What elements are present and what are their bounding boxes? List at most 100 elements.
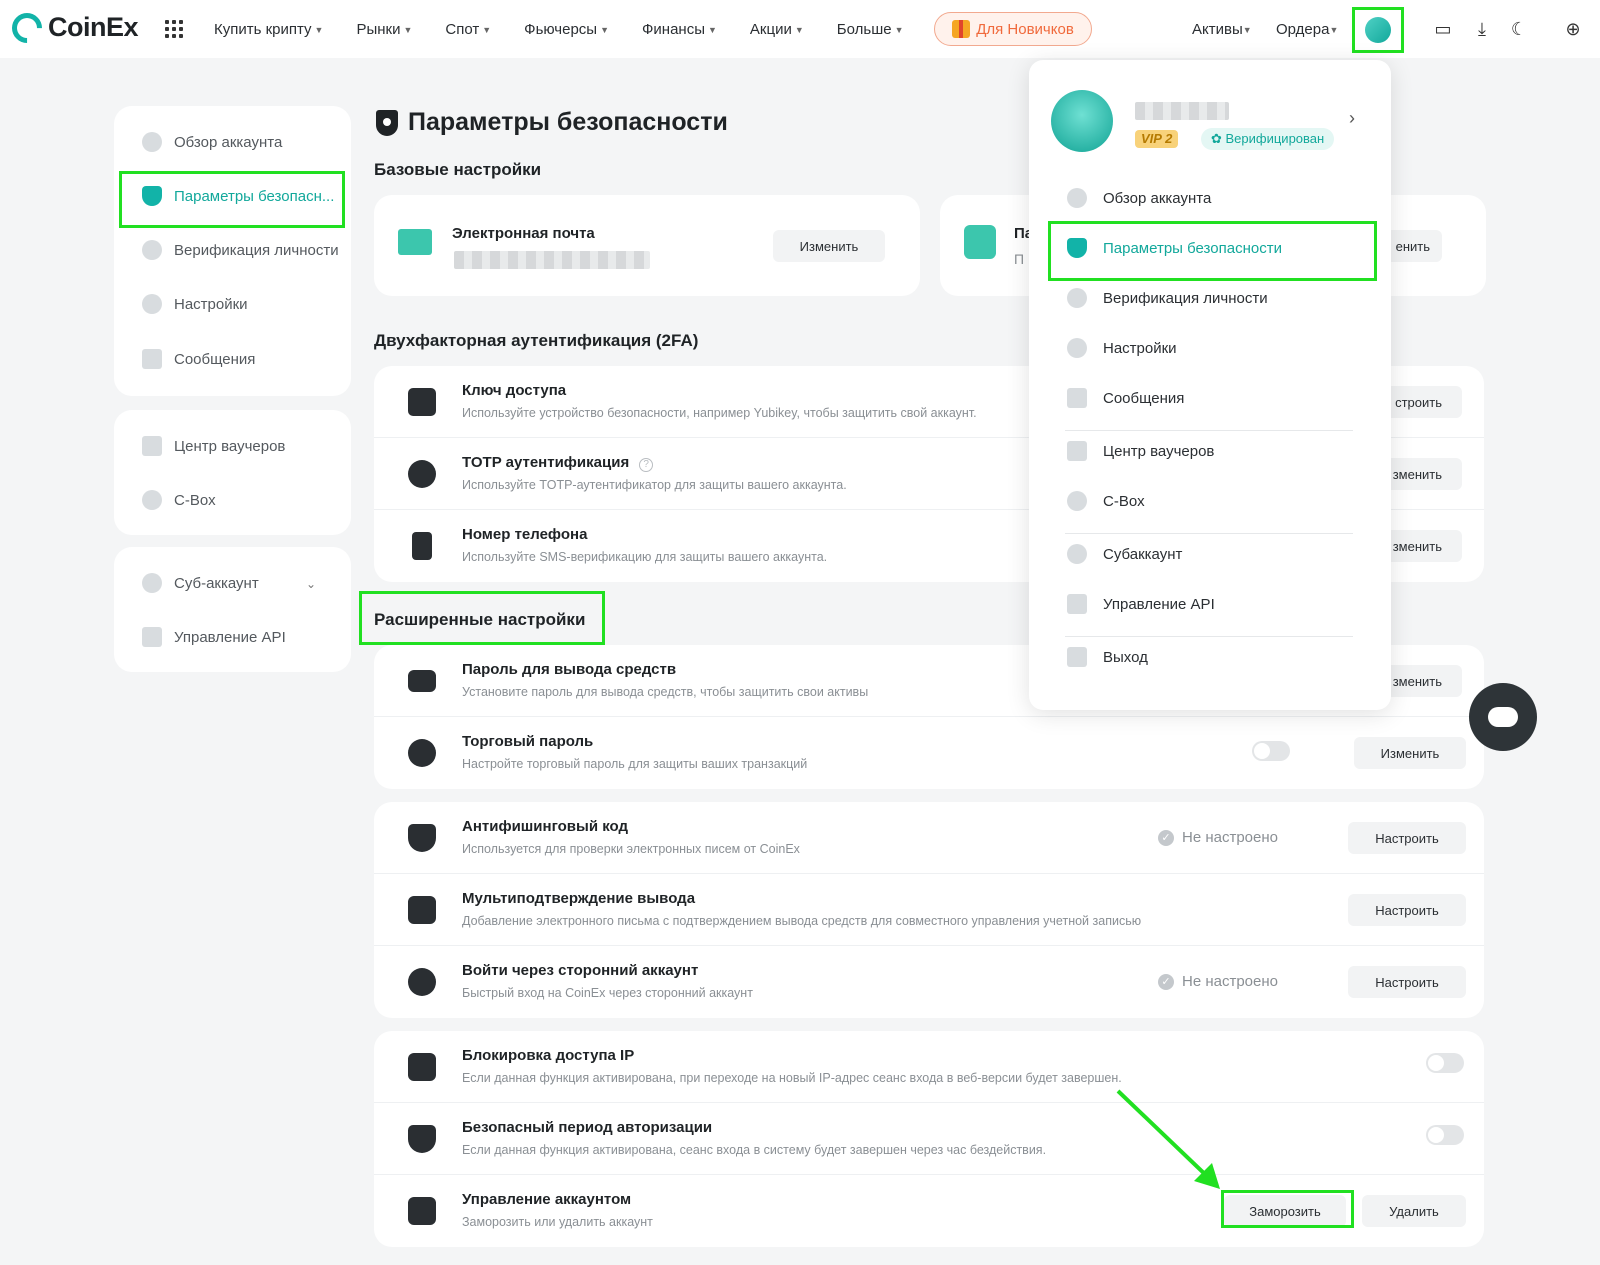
dropdown-item-settings[interactable]: Настройки	[1067, 338, 1177, 358]
coinex-logo[interactable]: CoinEx	[5, 6, 139, 49]
verified-check-icon: ✿	[1211, 131, 1226, 146]
dropdown-item-messages[interactable]: Сообщения	[1067, 388, 1184, 408]
dropdown-item-cbox[interactable]: C-Box	[1067, 491, 1145, 511]
support-chat-button[interactable]	[1469, 683, 1537, 751]
divider	[1065, 636, 1353, 637]
settings-icon	[1067, 338, 1087, 358]
check-icon: ✓	[1158, 973, 1174, 990]
id-icon	[142, 240, 162, 260]
sidebar-item-settings[interactable]: Настройки	[142, 294, 248, 314]
row-desc: Используется для проверки электронных пи…	[462, 842, 800, 856]
dropdown-item-vouchers[interactable]: Центр ваучеров	[1067, 441, 1214, 461]
box-icon	[1067, 491, 1087, 511]
top-nav: CoinEx Купить крипту ▼ Рынки ▼ Спот ▼ Фьюче…	[0, 0, 1600, 58]
ip-lock-toggle[interactable]	[1426, 1053, 1464, 1073]
antiphishing-row: Антифишинговый код Используется для пров…	[374, 802, 1484, 874]
sidebar-item-overview[interactable]: Обзор аккаунта	[142, 132, 282, 152]
chevron-down-icon[interactable]: ⌄	[306, 577, 316, 591]
divider	[1065, 430, 1353, 431]
sidebar-item-cbox[interactable]: C-Box	[142, 490, 216, 510]
row-title: Торговый пароль	[462, 733, 594, 750]
sidebar-item-messages[interactable]: Сообщения	[142, 349, 255, 369]
pie-icon	[142, 132, 162, 152]
dropdown-item-api[interactable]: Управление API	[1067, 594, 1215, 614]
page-title: Параметры безопасности	[376, 108, 728, 137]
divider	[1065, 533, 1353, 534]
email-card: Электронная почта Изменить	[374, 195, 920, 296]
highlight-box-dropdown-security	[1048, 221, 1377, 281]
ip-lock-row: Блокировка доступа IP Если данная функци…	[374, 1031, 1484, 1103]
menu-markets[interactable]: Рынки ▼	[356, 21, 412, 38]
dark-mode-icon[interactable]: ☾	[1509, 19, 1529, 39]
dropdown-item-subaccount[interactable]: Субаккаунт	[1067, 544, 1182, 564]
row-title: Войти через сторонний аккаунт	[462, 962, 699, 979]
coinex-logo-icon	[5, 6, 49, 49]
download-icon[interactable]: ⤓	[1472, 19, 1492, 39]
annotation-arrow	[1116, 1089, 1220, 1189]
antiphishing-shield-icon	[408, 824, 436, 852]
sidebar-item-verification[interactable]: Верификация личности	[142, 240, 339, 260]
chat-icon[interactable]: ▭	[1433, 19, 1453, 39]
totp-lock-icon	[408, 460, 436, 488]
vip-badge: VIP 2	[1135, 130, 1179, 148]
row-desc: Используйте SMS-верификацию для защиты в…	[462, 550, 828, 564]
row-desc: Добавление электронного письма с подтвер…	[462, 914, 1142, 928]
message-icon	[142, 349, 162, 369]
chevron-right-icon[interactable]: ›	[1349, 108, 1355, 129]
third-party-setup-button[interactable]: Настроить	[1348, 966, 1466, 998]
gift-icon	[952, 20, 971, 38]
row-title: Пароль для вывода средств	[462, 661, 677, 678]
ip-lock-icon	[408, 1053, 436, 1081]
change-email-button[interactable]: Изменить	[773, 230, 885, 262]
menu-futures[interactable]: Фьючерсы ▼	[524, 21, 609, 38]
sidebar-group-sub: Суб-аккаунт ⌄ Управление API	[114, 547, 351, 672]
row-title: Номер телефона	[462, 526, 588, 543]
users-icon	[408, 968, 436, 996]
caret-down-icon: ▼	[794, 25, 804, 35]
menu-spot[interactable]: Спот ▼	[445, 21, 491, 38]
sidebar-item-api[interactable]: Управление API	[142, 627, 286, 647]
antiphishing-status: ✓ Не настроено	[1158, 829, 1278, 846]
help-icon[interactable]: ?	[639, 458, 654, 472]
passkey-lock-icon	[408, 388, 436, 416]
globe-icon[interactable]: ⊕	[1563, 19, 1583, 39]
row-desc: Если данная функция активирована, при пе…	[462, 1071, 1122, 1085]
caret-down-icon: ▼	[314, 25, 324, 35]
id-icon	[1067, 288, 1087, 308]
dropdown-item-overview[interactable]: Обзор аккаунта	[1067, 188, 1211, 208]
apps-grid-icon[interactable]	[165, 20, 183, 38]
multi-confirm-row: Мультиподтверждение вывода Добавление эл…	[374, 874, 1484, 946]
multi-confirm-icon	[408, 896, 436, 924]
delete-account-button[interactable]: Удалить	[1362, 1195, 1466, 1227]
account-dropdown: VIP 2 ✿ Верифицирован › Обзор аккаунта П…	[1029, 60, 1391, 710]
trade-password-toggle[interactable]	[1252, 741, 1290, 761]
row-desc: Используйте TOTP-аутентификатор для защи…	[462, 478, 847, 492]
menu-finance[interactable]: Финансы ▼	[642, 21, 717, 38]
sidebar-item-subaccount[interactable]: Суб-аккаунт	[142, 573, 259, 593]
sidebar-item-vouchers[interactable]: Центр ваучеров	[142, 436, 285, 456]
third-party-login-row: Войти через сторонний аккаунт Быстрый вх…	[374, 946, 1484, 1018]
account-avatar-button[interactable]	[1352, 7, 1404, 53]
antiphishing-setup-button[interactable]: Настроить	[1348, 822, 1466, 854]
email-title: Электронная почта	[452, 225, 595, 242]
newbie-promo-button[interactable]: Для Новичков	[934, 12, 1092, 46]
highlight-box-freeze	[1221, 1190, 1354, 1228]
dropdown-item-verification[interactable]: Верификация личности	[1067, 288, 1268, 308]
sidebar-group-account: Обзор аккаунта Параметры безопасн... Вер…	[114, 106, 351, 396]
menu-stocks[interactable]: Акции ▼	[750, 21, 804, 38]
safe-period-toggle[interactable]	[1426, 1125, 1464, 1145]
email-value-blurred	[454, 251, 650, 269]
dropdown-item-logout[interactable]: Выход	[1067, 647, 1148, 667]
row-desc: Заморозить или удалить аккаунт	[462, 1215, 653, 1229]
menu-buy-crypto[interactable]: Купить крипту ▼	[214, 21, 323, 38]
assets-menu[interactable]: Активы ▼	[1192, 0, 1252, 58]
orders-menu[interactable]: Ордера ▼	[1276, 0, 1338, 58]
shield-icon	[376, 109, 398, 136]
row-desc: Настройте торговый пароль для защиты ваш…	[462, 757, 808, 771]
row-desc: Установите пароль для вывода средств, чт…	[462, 685, 869, 699]
multi-confirm-setup-button[interactable]: Настроить	[1348, 894, 1466, 926]
third-party-status: ✓ Не настроено	[1158, 973, 1278, 990]
trade-password-change-button[interactable]: Изменить	[1354, 737, 1466, 769]
menu-more[interactable]: Больше ▼	[837, 21, 904, 38]
row-title: Блокировка доступа IP	[462, 1047, 635, 1064]
